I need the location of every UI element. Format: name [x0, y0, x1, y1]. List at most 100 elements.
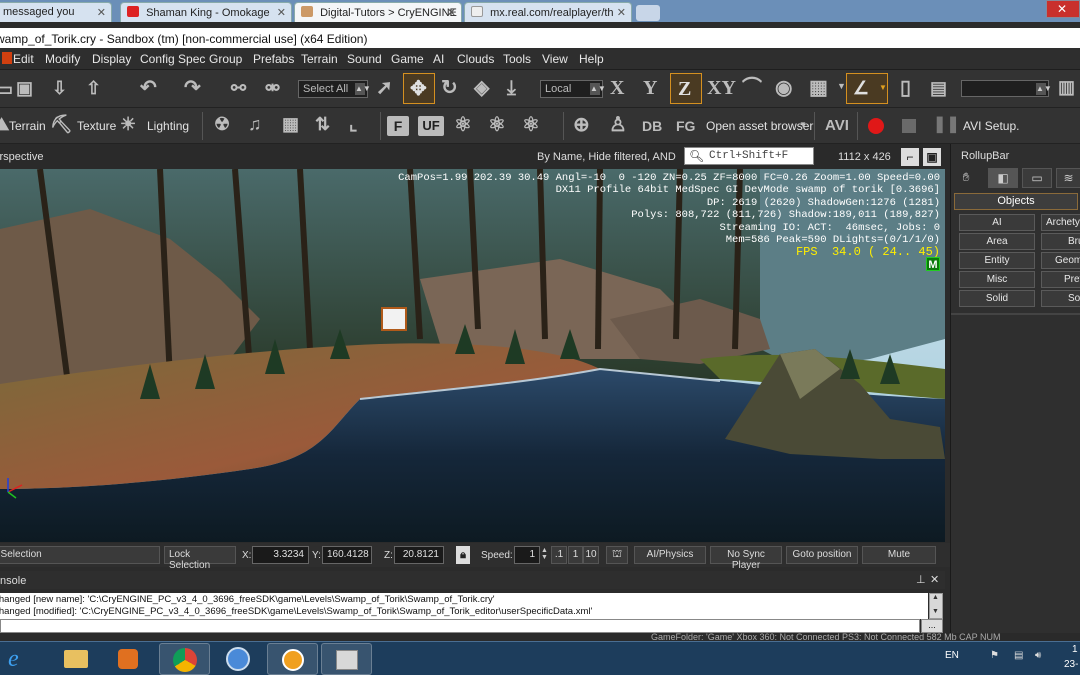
axis-y-button[interactable]: Y — [643, 78, 657, 98]
start-button[interactable]: e — [0, 643, 38, 675]
rollup-button-misc[interactable]: Misc — [959, 271, 1035, 288]
viewport-filter-label[interactable]: By Name, Hide filtered, AND — [537, 151, 676, 163]
terrain-follow-button[interactable]: ⛫ — [606, 546, 628, 564]
menu-ai[interactable]: AI — [433, 52, 444, 66]
tab-layers[interactable]: ≋ — [1056, 168, 1080, 188]
rollup-button-prefab[interactable]: Prefab — [1041, 271, 1080, 288]
menu-game[interactable]: Game — [391, 52, 424, 66]
rollup-button-area[interactable]: Area — [959, 233, 1035, 250]
taskbar-itunes[interactable] — [214, 643, 262, 675]
rollup-button-geom[interactable]: Geom — [1041, 252, 1080, 269]
terrain-button[interactable]: Terrain — [9, 119, 46, 133]
axis-z-button[interactable]: Z — [670, 73, 702, 104]
rotate-icon[interactable]: ↻ — [441, 78, 458, 98]
close-icon[interactable]: ✕ — [277, 6, 286, 19]
rollup-button-entity[interactable]: Entity — [959, 252, 1035, 269]
scroll-down-icon[interactable]: ▼ — [932, 608, 939, 615]
taskbar-sandbox[interactable] — [267, 643, 318, 675]
character-icon[interactable]: ♙ — [609, 115, 627, 135]
browser-tab-3[interactable]: Digital-Tutors > CryENGINE ✕ — [294, 2, 462, 22]
axis-xy-button[interactable]: XY — [707, 78, 736, 98]
eye-icon[interactable]: ◉ — [775, 78, 792, 98]
viewport-title[interactable]: Perspective — [0, 151, 43, 163]
lock-icon[interactable]: 🔒︎ — [456, 546, 470, 564]
menu-tools[interactable]: Tools — [503, 52, 531, 66]
curve-icon[interactable]: ⌞ — [349, 115, 357, 133]
menu-sound[interactable]: Sound — [347, 52, 382, 66]
browser-tab-1[interactable]: messaged you ✕ — [0, 2, 112, 22]
rollup-button-sound[interactable]: Sound — [1041, 290, 1080, 307]
speed-preset-10[interactable]: 10 — [583, 546, 599, 564]
layer-icon[interactable]: ▤ — [930, 79, 947, 97]
texture-button[interactable]: Texture — [77, 119, 116, 133]
atom-icon[interactable]: ⚛ — [454, 115, 472, 135]
close-icon[interactable]: ✕ — [97, 6, 106, 19]
f-button[interactable]: F — [387, 116, 409, 136]
coordinate-space-dropdown[interactable]: Local ▲▼ — [540, 80, 606, 98]
angle-snap-button[interactable]: ∠ ▼ — [846, 73, 888, 104]
clock-date[interactable]: 23- — [1064, 659, 1078, 670]
viewport-search-input[interactable]: 🔍︎ Ctrl+Shift+F — [684, 147, 814, 165]
taskbar-explorer[interactable] — [52, 643, 100, 675]
link-icon[interactable]: ⚯ — [231, 79, 246, 97]
menu-modify[interactable]: Modify — [45, 52, 80, 66]
db-button[interactable]: DB — [642, 119, 662, 133]
unlink-icon[interactable]: ⚮ — [265, 79, 280, 97]
lighting-button[interactable]: Lighting — [147, 119, 189, 133]
fg-button[interactable]: FG — [676, 119, 695, 133]
chevron-down-icon[interactable]: ▼ — [799, 121, 807, 129]
close-icon[interactable]: ✕ — [447, 6, 456, 19]
chevron-down-icon[interactable]: ▼ — [837, 82, 846, 91]
transform-icon[interactable]: ⇅ — [315, 115, 330, 133]
menu-prefabs[interactable]: Prefabs — [253, 52, 294, 66]
export-icon[interactable]: ⇧ — [86, 79, 101, 97]
avi-setup-button[interactable]: AVI Setup. — [963, 119, 1019, 133]
app-icon[interactable] — [2, 52, 12, 64]
browser-tab-4[interactable]: mx.real.com/realplayer/th ✕ — [464, 2, 632, 22]
language-indicator[interactable]: EN — [945, 650, 959, 661]
snap-terrain-icon[interactable]: ⤓ — [507, 78, 516, 98]
music-icon[interactable]: ♫ — [248, 115, 262, 133]
layer-dropdown[interactable]: ▲▼ — [961, 80, 1052, 97]
3d-viewport[interactable]: CamPos=1.99 202.39 30.49 Angl=-10 0 -120… — [0, 169, 945, 542]
volume-icon[interactable]: 🔊︎ — [1035, 650, 1041, 661]
texture-icon[interactable]: ⛏ — [50, 115, 73, 133]
undo-icon[interactable]: ↶ — [140, 78, 157, 98]
taskbar-media-player[interactable] — [104, 643, 152, 675]
rollup-button-brush[interactable]: Brush — [1041, 233, 1080, 250]
select-arrow-icon[interactable]: ➚ — [376, 78, 393, 98]
lock-selection-button[interactable]: Lock Selection — [164, 546, 236, 571]
console-input[interactable] — [0, 619, 920, 633]
close-icon[interactable]: ✕ — [930, 573, 939, 586]
atom-edit-icon[interactable]: ⚛ — [522, 115, 540, 135]
record-icon[interactable] — [868, 118, 884, 134]
layer-settings-icon[interactable]: ▥ — [1058, 78, 1075, 96]
clock-time[interactable]: 1 — [1072, 644, 1078, 655]
flag-icon[interactable]: ⚑ — [990, 650, 999, 661]
atom-settings-icon[interactable]: ⚛ — [488, 115, 506, 135]
viewport-maximize-icon[interactable]: ▣ — [923, 148, 941, 166]
mute-button[interactable]: Mute — [862, 546, 936, 564]
network-icon[interactable]: ▤ — [1014, 650, 1023, 661]
tab-display[interactable]: ▭ — [1022, 168, 1052, 188]
browser-tab-2[interactable]: Shaman King - Omokage ✕ — [120, 2, 292, 22]
menu-group[interactable]: Group — [209, 52, 242, 66]
rollup-button-archetype[interactable]: Archetype — [1041, 214, 1080, 231]
terrain-icon[interactable]: ⛰ — [0, 115, 9, 133]
redo-icon[interactable]: ↷ — [184, 78, 201, 98]
axis-x-button[interactable]: X — [610, 78, 624, 98]
no-sync-player-button[interactable]: No Sync Player — [710, 546, 782, 571]
lifebuoy-icon[interactable]: ⊕ — [573, 115, 590, 135]
console-scrollbar[interactable]: ▲ ▼ — [929, 593, 943, 619]
rollup-button-ai[interactable]: AI — [959, 214, 1035, 231]
goto-position-button[interactable]: Goto position — [786, 546, 858, 564]
viewport-tools-icon[interactable]: ⌐ — [901, 148, 919, 166]
avi-button[interactable]: AVI — [825, 118, 849, 133]
menu-help[interactable]: Help — [579, 52, 604, 66]
speed-preset-1[interactable]: 1 — [568, 546, 583, 564]
stop-icon[interactable] — [902, 119, 916, 133]
move-tool-button[interactable]: ✥ — [403, 73, 435, 104]
open-asset-browser-button[interactable]: Open asset browser — [706, 119, 813, 133]
open-folder-icon[interactable]: ▭ — [0, 80, 13, 98]
menu-edit[interactable]: Edit — [13, 52, 34, 66]
